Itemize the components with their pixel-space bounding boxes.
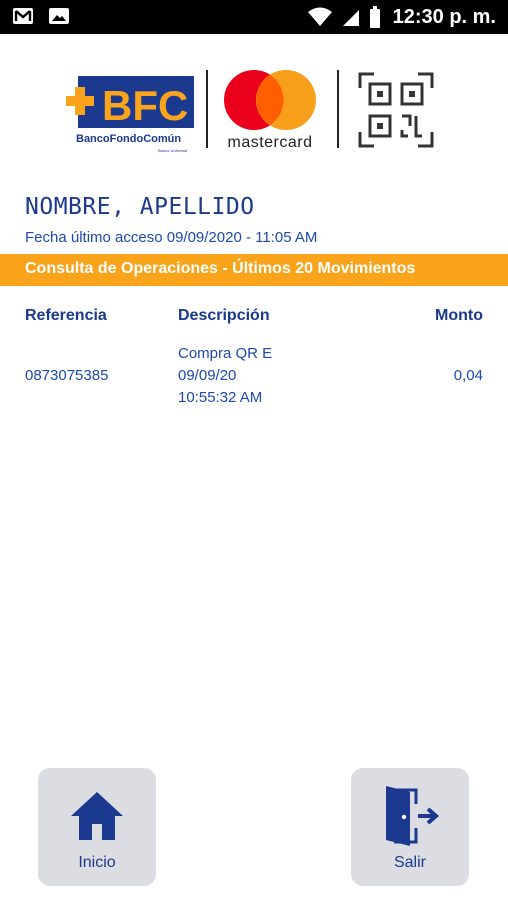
- logo-divider: [337, 70, 339, 148]
- logo-divider: [206, 70, 208, 148]
- exit-door-icon: [386, 786, 440, 846]
- svg-text:Banco Universal: Banco Universal: [158, 148, 187, 153]
- row-reference: 0873075385: [25, 367, 109, 384]
- signal-icon: [342, 10, 359, 26]
- image-icon: [49, 8, 69, 24]
- status-bar: 12:30 p. m.: [0, 0, 508, 34]
- battery-icon: [369, 6, 380, 28]
- mastercard-text: mastercard: [227, 134, 313, 151]
- section-banner: Consulta de Operaciones - Últimos 20 Mov…: [0, 254, 508, 286]
- status-time: 12:30 p. m.: [392, 5, 496, 28]
- home-button[interactable]: Inicio: [38, 768, 156, 886]
- bank-logo: BFC BancoFondoComún Banco Universal: [66, 76, 194, 153]
- exit-button-label: Salir: [393, 854, 426, 871]
- status-left-icons: [12, 6, 70, 26]
- header-logos: BFC BancoFondoComún Banco Universal mast…: [0, 64, 508, 154]
- mastercard-logo: mastercard: [218, 68, 322, 154]
- column-header-reference: Referencia: [25, 307, 107, 324]
- home-button-label: Inicio: [78, 854, 116, 871]
- svg-text:BFC: BFC: [102, 82, 188, 129]
- row-amount: 0,04: [453, 367, 483, 384]
- status-right-icons: 12:30 p. m.: [307, 4, 496, 30]
- home-icon: [71, 792, 123, 840]
- column-header-amount: Monto: [435, 307, 483, 324]
- row-description: Compra QR E 09/09/20 10:55:32 AM: [178, 345, 273, 406]
- last-access-date: Fecha último acceso 09/09/2020 - 11:05 A…: [25, 229, 318, 246]
- wifi-icon: [307, 7, 332, 26]
- svg-text:BancoFondoComún: BancoFondoComún: [76, 133, 181, 145]
- qr-code-icon: [358, 72, 434, 148]
- section-title: Consulta de Operaciones - Últimos 20 Mov…: [25, 260, 416, 277]
- column-header-description: Descripción: [178, 307, 270, 324]
- gmail-icon: [13, 8, 33, 24]
- user-name: NOMBRE, APELLIDO: [25, 194, 255, 220]
- exit-button[interactable]: Salir: [351, 768, 469, 886]
